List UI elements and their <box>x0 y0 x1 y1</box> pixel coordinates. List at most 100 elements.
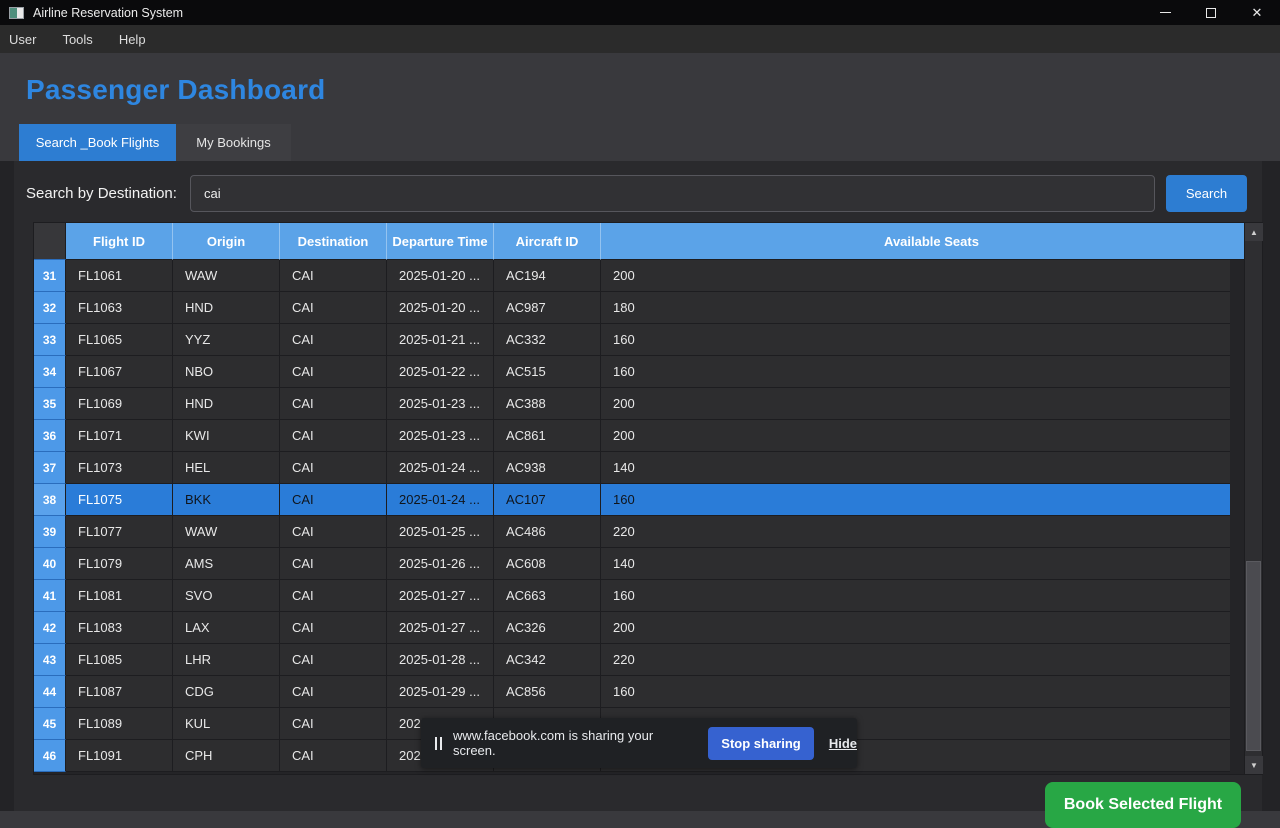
cell-departure-time[interactable]: 2025-01-29 ... <box>387 676 494 708</box>
table-row[interactable]: 39FL1077WAWCAI2025-01-25 ...AC486220 <box>34 516 1230 548</box>
scroll-up-button[interactable]: ▲ <box>1245 223 1263 241</box>
cell-destination[interactable]: CAI <box>280 676 387 708</box>
cell-aircraft-id[interactable]: AC608 <box>494 548 601 580</box>
row-header-cell[interactable]: 38 <box>34 484 66 516</box>
cell-aircraft-id[interactable]: AC388 <box>494 388 601 420</box>
cell-available-seats[interactable]: 160 <box>601 484 1230 516</box>
table-row[interactable]: 36FL1071KWICAI2025-01-23 ...AC861200 <box>34 420 1230 452</box>
cell-aircraft-id[interactable]: AC326 <box>494 612 601 644</box>
cell-departure-time[interactable]: 2025-01-20 ... <box>387 292 494 324</box>
cell-aircraft-id[interactable]: AC194 <box>494 260 601 292</box>
row-header-cell[interactable]: 34 <box>34 356 66 388</box>
cell-destination[interactable]: CAI <box>280 260 387 292</box>
cell-origin[interactable]: HEL <box>173 452 280 484</box>
search-button[interactable]: Search <box>1166 175 1247 212</box>
cell-available-seats[interactable]: 200 <box>601 260 1230 292</box>
cell-departure-time[interactable]: 2025-01-27 ... <box>387 580 494 612</box>
cell-aircraft-id[interactable]: AC663 <box>494 580 601 612</box>
cell-available-seats[interactable]: 160 <box>601 324 1230 356</box>
cell-available-seats[interactable]: 160 <box>601 580 1230 612</box>
cell-destination[interactable]: CAI <box>280 740 387 772</box>
scrollbar-thumb[interactable] <box>1246 561 1261 751</box>
maximize-button[interactable] <box>1188 0 1234 25</box>
cell-destination[interactable]: CAI <box>280 484 387 516</box>
cell-available-seats[interactable]: 180 <box>601 292 1230 324</box>
cell-departure-time[interactable]: 2025-01-27 ... <box>387 612 494 644</box>
cell-flight-id[interactable]: FL1085 <box>66 644 173 676</box>
table-row[interactable]: 35FL1069HNDCAI2025-01-23 ...AC388200 <box>34 388 1230 420</box>
cell-destination[interactable]: CAI <box>280 644 387 676</box>
cell-departure-time[interactable]: 2025-01-28 ... <box>387 644 494 676</box>
table-row[interactable]: 43FL1085LHRCAI2025-01-28 ...AC342220 <box>34 644 1230 676</box>
cell-available-seats[interactable]: 160 <box>601 356 1230 388</box>
row-header-cell[interactable]: 39 <box>34 516 66 548</box>
cell-aircraft-id[interactable]: AC987 <box>494 292 601 324</box>
cell-flight-id[interactable]: FL1081 <box>66 580 173 612</box>
cell-destination[interactable]: CAI <box>280 612 387 644</box>
cell-origin[interactable]: WAW <box>173 516 280 548</box>
cell-origin[interactable]: SVO <box>173 580 280 612</box>
menu-tools[interactable]: Tools <box>49 25 105 53</box>
cell-flight-id[interactable]: FL1089 <box>66 708 173 740</box>
cell-origin[interactable]: HND <box>173 292 280 324</box>
table-row-selected[interactable]: 38FL1075BKKCAI2025-01-24 ...AC107160 <box>34 484 1230 516</box>
tab-my-bookings[interactable]: My Bookings <box>176 124 291 161</box>
cell-available-seats[interactable]: 160 <box>601 676 1230 708</box>
table-row[interactable]: 42FL1083LAXCAI2025-01-27 ...AC326200 <box>34 612 1230 644</box>
cell-flight-id[interactable]: FL1073 <box>66 452 173 484</box>
cell-flight-id[interactable]: FL1077 <box>66 516 173 548</box>
cell-flight-id[interactable]: FL1087 <box>66 676 173 708</box>
cell-destination[interactable]: CAI <box>280 324 387 356</box>
column-header-flight-id[interactable]: Flight ID <box>66 223 173 260</box>
row-header-cell[interactable]: 42 <box>34 612 66 644</box>
table-row[interactable]: 34FL1067NBOCAI2025-01-22 ...AC515160 <box>34 356 1230 388</box>
row-header-cell[interactable]: 46 <box>34 740 66 772</box>
cell-aircraft-id[interactable]: AC856 <box>494 676 601 708</box>
cell-flight-id[interactable]: FL1091 <box>66 740 173 772</box>
cell-flight-id[interactable]: FL1069 <box>66 388 173 420</box>
cell-destination[interactable]: CAI <box>280 580 387 612</box>
cell-aircraft-id[interactable]: AC861 <box>494 420 601 452</box>
row-header-cell[interactable]: 45 <box>34 708 66 740</box>
cell-aircraft-id[interactable]: AC332 <box>494 324 601 356</box>
cell-available-seats[interactable]: 140 <box>601 548 1230 580</box>
table-row[interactable]: 41FL1081SVOCAI2025-01-27 ...AC663160 <box>34 580 1230 612</box>
row-header-cell[interactable]: 41 <box>34 580 66 612</box>
cell-aircraft-id[interactable]: AC107 <box>494 484 601 516</box>
cell-departure-time[interactable]: 2025-01-23 ... <box>387 388 494 420</box>
row-header-cell[interactable]: 35 <box>34 388 66 420</box>
cell-departure-time[interactable]: 2025-01-25 ... <box>387 516 494 548</box>
table-vertical-scrollbar[interactable]: ▲ ▼ <box>1244 223 1262 774</box>
cell-destination[interactable]: CAI <box>280 516 387 548</box>
cell-destination[interactable]: CAI <box>280 548 387 580</box>
hide-link[interactable]: Hide <box>829 736 857 751</box>
cell-available-seats[interactable]: 220 <box>601 516 1230 548</box>
cell-aircraft-id[interactable]: AC486 <box>494 516 601 548</box>
column-header-departure-time[interactable]: Departure Time <box>387 223 494 260</box>
menu-help[interactable]: Help <box>106 25 159 53</box>
cell-available-seats[interactable]: 220 <box>601 644 1230 676</box>
cell-destination[interactable]: CAI <box>280 292 387 324</box>
cell-flight-id[interactable]: FL1065 <box>66 324 173 356</box>
cell-flight-id[interactable]: FL1083 <box>66 612 173 644</box>
stop-sharing-button[interactable]: Stop sharing <box>708 727 814 760</box>
cell-flight-id[interactable]: FL1063 <box>66 292 173 324</box>
cell-departure-time[interactable]: 2025-01-21 ... <box>387 324 494 356</box>
minimize-button[interactable] <box>1142 0 1188 25</box>
cell-available-seats[interactable]: 200 <box>601 612 1230 644</box>
table-row[interactable]: 31FL1061WAWCAI2025-01-20 ...AC194200 <box>34 260 1230 292</box>
cell-flight-id[interactable]: FL1079 <box>66 548 173 580</box>
cell-aircraft-id[interactable]: AC342 <box>494 644 601 676</box>
cell-origin[interactable]: YYZ <box>173 324 280 356</box>
cell-aircraft-id[interactable]: AC515 <box>494 356 601 388</box>
row-header-cell[interactable]: 37 <box>34 452 66 484</box>
search-input[interactable] <box>190 175 1155 212</box>
row-header-cell[interactable]: 31 <box>34 260 66 292</box>
cell-destination[interactable]: CAI <box>280 708 387 740</box>
cell-origin[interactable]: BKK <box>173 484 280 516</box>
cell-available-seats[interactable]: 140 <box>601 452 1230 484</box>
cell-departure-time[interactable]: 2025-01-20 ... <box>387 260 494 292</box>
row-header-cell[interactable]: 40 <box>34 548 66 580</box>
column-header-aircraft-id[interactable]: Aircraft ID <box>494 223 601 260</box>
cell-flight-id[interactable]: FL1071 <box>66 420 173 452</box>
